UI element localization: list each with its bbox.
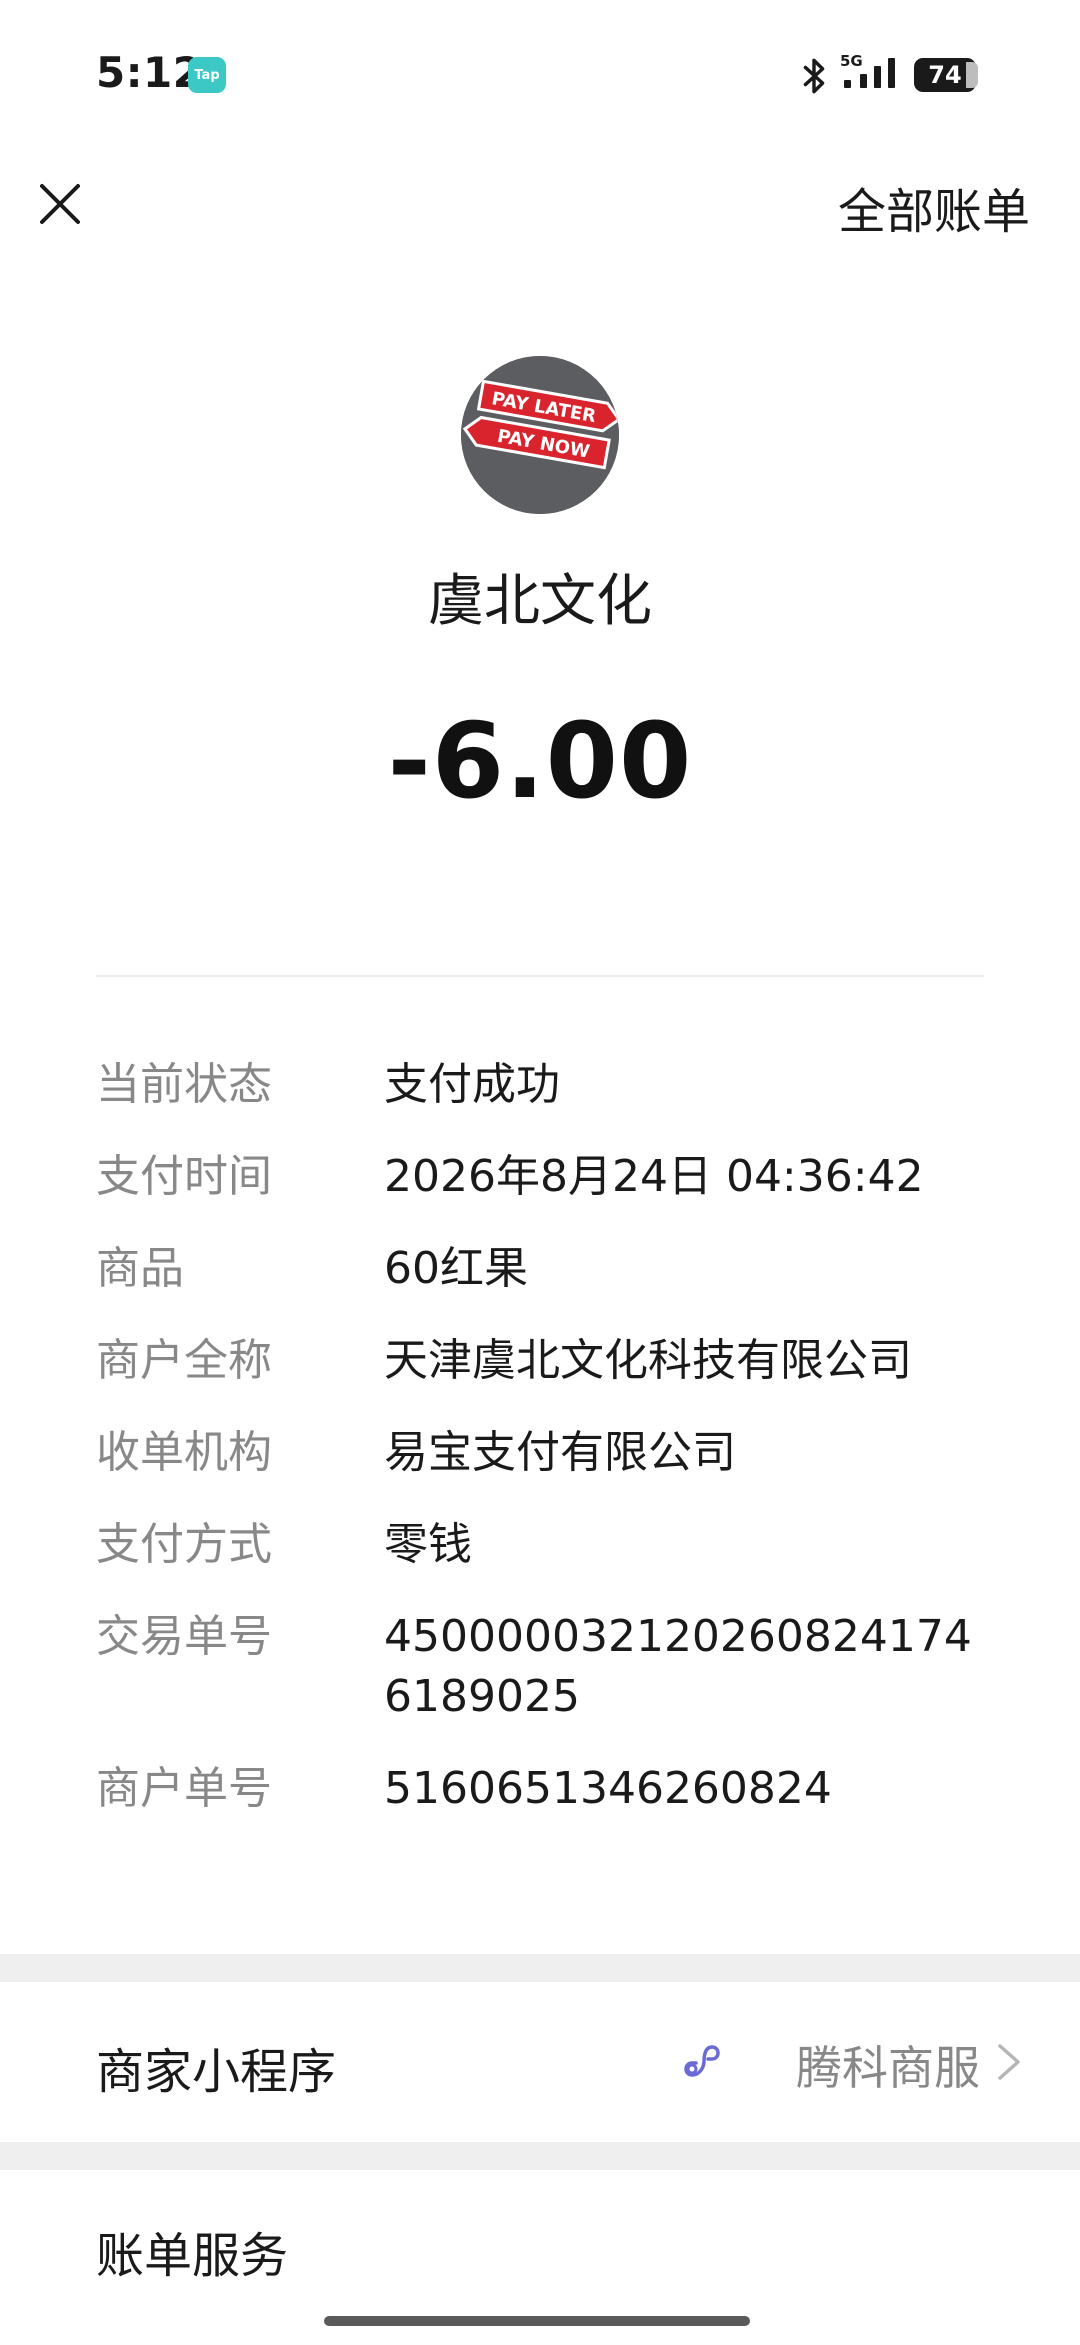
merchant-mini-program-row[interactable]: 商家小程序 腾科商服	[0, 1982, 1080, 2142]
detail-key: 支付时间	[96, 1151, 272, 1202]
pay-later-pay-now-logo: PAY LATER PAY NOW	[461, 356, 619, 514]
detail-row-transaction-id: 交易单号 4500000321202608241746189025	[96, 1607, 996, 1727]
detail-row-status: 当前状态 支付成功	[96, 1055, 996, 1115]
mini-program-label: 商家小程序	[96, 2044, 337, 2100]
detail-key: 支付方式	[96, 1519, 272, 1570]
signal-bars-icon	[844, 58, 895, 88]
payment-amount: -6.00	[387, 700, 693, 822]
bluetooth-icon	[803, 58, 825, 94]
detail-value[interactable]: 4500000321202608241746189025	[384, 1607, 996, 1727]
bill-service-title[interactable]: 账单服务	[96, 2216, 288, 2286]
detail-value: 2026年8月24日 04:36:42	[384, 1151, 924, 1202]
detail-key: 商品	[96, 1243, 184, 1294]
detail-row-merchant-order-id: 商户单号 5160651346260824	[96, 1759, 996, 1819]
merchant-name: 虞北文化	[428, 569, 652, 634]
detail-value: 零钱	[384, 1519, 472, 1570]
detail-row-pay-time: 支付时间 2026年8月24日 04:36:42	[96, 1147, 996, 1207]
detail-row-acquirer: 收单机构 易宝支付有限公司	[96, 1423, 996, 1483]
chevron-right-icon	[998, 2044, 1020, 2080]
detail-key: 收单机构	[96, 1427, 272, 1478]
detail-value: 支付成功	[384, 1059, 560, 1110]
tap-app-icon: Tap	[188, 57, 226, 93]
battery-cap	[966, 62, 978, 88]
detail-row-merchant-fullname: 商户全称 天津虞北文化科技有限公司	[96, 1331, 996, 1391]
home-indicator[interactable]	[324, 2316, 750, 2326]
transaction-details: 当前状态 支付成功 支付时间 2026年8月24日 04:36:42 商品 60…	[96, 1055, 996, 1851]
detail-row-pay-method: 支付方式 零钱	[96, 1515, 996, 1575]
merchant-avatar: PAY LATER PAY NOW	[461, 356, 619, 514]
section-gap	[0, 1954, 1080, 1982]
signal-indicator: 5G	[840, 52, 906, 96]
mini-program-name: 腾科商服	[796, 2041, 980, 2095]
detail-value: 60红果	[384, 1243, 528, 1294]
detail-key: 当前状态	[96, 1059, 272, 1110]
section-gap	[0, 2142, 1080, 2170]
detail-key: 交易单号	[96, 1611, 272, 1662]
status-time: 5:12	[96, 48, 203, 97]
mini-program-link-icon	[684, 2045, 720, 2077]
status-bar: 5:12 Tap 5G 74	[0, 0, 1080, 150]
all-bills-link[interactable]: 全部账单	[838, 172, 1030, 242]
divider	[96, 975, 984, 977]
detail-value: 天津虞北文化科技有限公司	[384, 1335, 912, 1386]
detail-value[interactable]: 5160651346260824	[384, 1759, 996, 1819]
close-icon[interactable]	[36, 180, 84, 228]
detail-key: 商户单号	[96, 1763, 272, 1814]
detail-row-product: 商品 60红果	[96, 1239, 996, 1299]
detail-key: 商户全称	[96, 1335, 272, 1386]
detail-value: 易宝支付有限公司	[384, 1427, 736, 1478]
